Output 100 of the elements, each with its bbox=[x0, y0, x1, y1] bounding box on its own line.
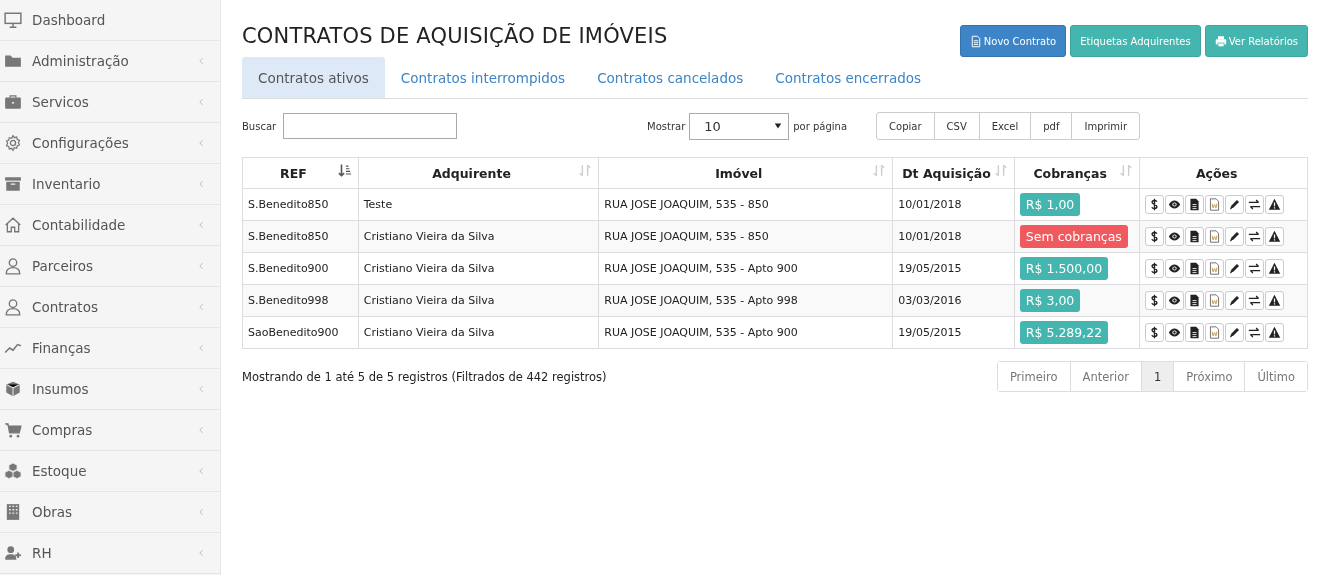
warning-icon bbox=[1268, 198, 1282, 211]
sidebar-item[interactable]: Inventario bbox=[0, 164, 220, 205]
table-cell: Teste bbox=[358, 188, 599, 221]
action-button[interactable] bbox=[1165, 291, 1185, 310]
document-icon bbox=[1188, 294, 1202, 307]
action-button[interactable] bbox=[1145, 291, 1165, 310]
action-button[interactable] bbox=[1245, 323, 1265, 342]
action-button[interactable] bbox=[1245, 291, 1265, 310]
export-button[interactable]: Excel bbox=[978, 113, 1031, 139]
table-cell: Cristiano Vieira da Silva bbox=[358, 252, 599, 285]
action-button[interactable] bbox=[1185, 227, 1205, 246]
table-cell: S.Benedito900 bbox=[242, 252, 359, 285]
action-button[interactable] bbox=[1185, 323, 1205, 342]
swap-arrows-icon bbox=[1248, 326, 1262, 339]
sidebar-item[interactable]: Compras bbox=[0, 410, 220, 451]
action-button[interactable] bbox=[1165, 227, 1185, 246]
export-button[interactable]: pdf bbox=[1030, 113, 1072, 139]
swap-arrows-icon bbox=[1248, 230, 1262, 243]
sidebar-item[interactable]: Contabilidade bbox=[0, 205, 220, 246]
export-button[interactable]: CSV bbox=[933, 113, 979, 139]
action-button[interactable] bbox=[1225, 323, 1245, 342]
table-cell: 10/01/2018 bbox=[892, 220, 1015, 253]
sidebar-item[interactable]: Parceiros bbox=[0, 246, 220, 287]
action-button[interactable] bbox=[1265, 195, 1285, 214]
action-button[interactable] bbox=[1265, 227, 1285, 246]
page-title: CONTRATOS DE AQUISIÇÃO DE IMÓVEIS bbox=[242, 24, 668, 48]
eye-icon bbox=[1168, 294, 1182, 307]
pencil-icon bbox=[1228, 294, 1242, 307]
column-header[interactable]: REF bbox=[242, 157, 359, 189]
column-header[interactable]: Cobranças bbox=[1014, 157, 1140, 189]
table-cell: 19/05/2015 bbox=[892, 252, 1015, 285]
column-header[interactable]: Imóvel bbox=[598, 157, 893, 189]
table-cell: Cristiano Vieira da Silva bbox=[358, 220, 599, 253]
action-button[interactable] bbox=[1265, 323, 1285, 342]
sidebar-item[interactable]: Servicos bbox=[0, 82, 220, 123]
tab[interactable]: Contratos encerrados bbox=[759, 57, 938, 98]
sidebar-item[interactable]: Obras bbox=[0, 492, 220, 533]
action-button[interactable] bbox=[1225, 195, 1245, 214]
search-label: Buscar bbox=[242, 120, 277, 132]
table-cell: 19/05/2015 bbox=[892, 316, 1015, 349]
action-button[interactable] bbox=[1145, 259, 1165, 278]
pagination-button[interactable]: 1 bbox=[1140, 362, 1174, 391]
boxes-icon bbox=[4, 462, 22, 480]
person-plus-icon bbox=[4, 544, 22, 562]
action-button[interactable] bbox=[1145, 195, 1165, 214]
pencil-icon bbox=[1228, 198, 1242, 211]
sidebar-item[interactable]: Contratos bbox=[0, 287, 220, 328]
tab[interactable]: Contratos cancelados bbox=[581, 57, 760, 98]
search-field[interactable] bbox=[283, 113, 458, 139]
action-button[interactable] bbox=[1245, 195, 1265, 214]
action-button[interactable] bbox=[1185, 195, 1205, 214]
page-size-dropdown[interactable]: 10 bbox=[689, 112, 790, 140]
table-cell: S.Benedito850 bbox=[242, 220, 359, 253]
word-document-icon bbox=[1208, 294, 1222, 307]
sidebar-item[interactable]: Administração bbox=[0, 41, 220, 82]
table-cell: RUA JOSE JOAQUIM, 535 - Apto 900 bbox=[598, 252, 893, 285]
person-icon bbox=[4, 298, 22, 316]
action-button[interactable] bbox=[1185, 291, 1205, 310]
sidebar-item[interactable]: Dashboard bbox=[0, 0, 220, 41]
export-button[interactable]: Copiar bbox=[877, 113, 934, 139]
table-cell: SaoBenedito900 bbox=[242, 316, 359, 349]
word-document-icon bbox=[1208, 230, 1222, 243]
action-button[interactable] bbox=[1145, 323, 1165, 342]
tab[interactable]: Contratos ativos bbox=[242, 57, 385, 98]
toolbar-button[interactable]: Novo Contrato bbox=[959, 25, 1067, 57]
action-button[interactable] bbox=[1165, 323, 1185, 342]
document-icon bbox=[1188, 198, 1202, 211]
box-icon bbox=[4, 175, 22, 193]
action-button[interactable] bbox=[1245, 259, 1265, 278]
sidebar-item[interactable]: Finanças bbox=[0, 328, 220, 369]
printer-icon bbox=[1214, 34, 1227, 48]
monitor-icon bbox=[4, 11, 22, 29]
eye-icon bbox=[1168, 230, 1182, 243]
action-button[interactable] bbox=[1185, 259, 1205, 278]
action-button[interactable] bbox=[1225, 291, 1245, 310]
table-cell: 10/01/2018 bbox=[892, 188, 1015, 221]
pencil-icon bbox=[1228, 326, 1242, 339]
sidebar-item[interactable]: Configurações bbox=[0, 123, 220, 164]
building-icon bbox=[4, 503, 22, 521]
action-button[interactable] bbox=[1165, 195, 1185, 214]
action-button[interactable] bbox=[1225, 227, 1245, 246]
sidebar-item[interactable]: Estoque bbox=[0, 451, 220, 492]
table-cell: RUA JOSE JOAQUIM, 535 - Apto 998 bbox=[598, 284, 893, 317]
action-button[interactable] bbox=[1265, 259, 1285, 278]
action-button[interactable] bbox=[1245, 227, 1265, 246]
sidebar-item[interactable]: Insumos bbox=[0, 369, 220, 410]
action-button[interactable] bbox=[1265, 291, 1285, 310]
export-button[interactable]: Imprimir bbox=[1071, 113, 1139, 139]
column-header[interactable]: Adquirente bbox=[358, 157, 599, 189]
table-cell: RUA JOSE JOAQUIM, 535 - 850 bbox=[598, 220, 893, 253]
sidebar-item[interactable]: RH bbox=[0, 533, 220, 574]
action-button[interactable] bbox=[1145, 227, 1165, 246]
tab[interactable]: Contratos interrompidos bbox=[384, 57, 582, 98]
pagination-button[interactable]: Último bbox=[1244, 362, 1307, 391]
word-document-icon bbox=[1208, 262, 1222, 275]
column-header[interactable]: Dt Aquisição bbox=[892, 157, 1015, 189]
document-icon bbox=[1188, 230, 1202, 243]
action-button[interactable] bbox=[1225, 259, 1245, 278]
action-button[interactable] bbox=[1165, 259, 1185, 278]
table-cell: Cristiano Vieira da Silva bbox=[358, 316, 599, 349]
